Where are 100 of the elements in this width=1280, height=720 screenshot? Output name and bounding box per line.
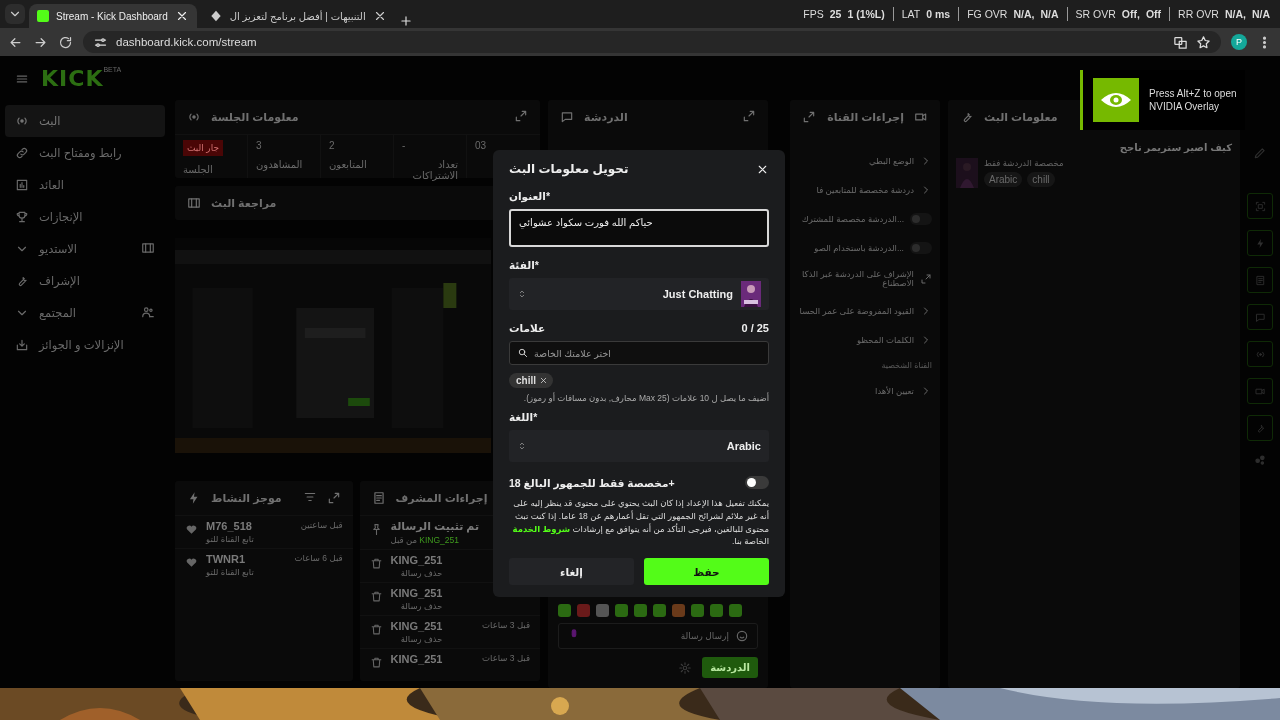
broadcast-button[interactable] <box>1247 341 1273 367</box>
toast-text: Press Alt+Z to open NVIDIA Overlay <box>1149 87 1238 113</box>
toggle-switch[interactable] <box>910 241 932 254</box>
chat-button[interactable] <box>1247 304 1273 330</box>
action-title: KING_251 <box>390 620 443 632</box>
sidebar-item[interactable]: الإنزالات و الجوائز <box>5 329 165 361</box>
external-link-icon[interactable] <box>920 273 932 285</box>
channel-action-label: الكلمات المحظو <box>856 334 914 345</box>
emote-icon[interactable] <box>691 604 704 617</box>
activity-event: تابع القناة للتو <box>206 567 254 577</box>
expand-icon[interactable] <box>326 491 341 505</box>
stat-value: 2 <box>329 140 335 151</box>
camera-button[interactable] <box>1247 378 1273 404</box>
perf-value: 25 <box>829 8 842 20</box>
adult-only-toggle[interactable] <box>745 476 769 489</box>
tab-search-button[interactable] <box>5 4 25 24</box>
perf-value: Off, <box>1121 8 1140 20</box>
action-time: قبل 3 ساعات <box>482 653 530 665</box>
link-icon <box>15 146 29 160</box>
browser-tab[interactable]: Stream - Kick Dashboard <box>29 4 197 28</box>
emote-icon[interactable] <box>577 604 590 617</box>
category-line: مخصصة الدردشة فقط <box>984 158 1064 168</box>
bolt-button[interactable] <box>1247 230 1273 256</box>
address-bar[interactable]: dashboard.kick.com/stream <box>83 31 1221 53</box>
logo[interactable]: KICK <box>41 66 104 91</box>
terms-link[interactable]: شروط الخدمة <box>512 523 571 534</box>
sidebar-item[interactable]: البث <box>5 105 165 137</box>
emote-icon[interactable] <box>615 604 628 617</box>
expand-icon[interactable] <box>514 109 528 123</box>
gift-icon <box>15 338 29 352</box>
emote-icon[interactable] <box>710 604 723 617</box>
people-icon <box>141 305 155 319</box>
toggle-switch[interactable] <box>910 212 932 225</box>
chat-icon <box>1254 311 1266 323</box>
film-icon <box>141 241 155 255</box>
activity-event: تابع القناة للتو <box>206 534 254 544</box>
stat-label: المتابعون <box>329 159 367 170</box>
sidebar-item[interactable]: الاستديو <box>5 233 165 265</box>
pencil-icon[interactable] <box>1253 146 1267 160</box>
sidebar-item[interactable]: العائد <box>5 169 165 201</box>
cancel-button[interactable]: إلغاء <box>509 558 634 585</box>
channel-action-label: ...الدردشة باستخدام الصو <box>814 242 904 253</box>
chat-input[interactable]: إرسال رسالة <box>558 623 758 649</box>
perf-value: Off <box>1145 8 1162 20</box>
wrench-button[interactable] <box>1247 415 1273 441</box>
expand-icon[interactable] <box>742 109 756 123</box>
sidebar-item[interactable]: الإشراف <box>5 265 165 297</box>
sidebar-item[interactable]: المجتمع <box>5 297 165 329</box>
new-tab-icon[interactable] <box>398 14 413 28</box>
star-icon[interactable] <box>1196 34 1211 50</box>
action-title: تم تثبيت الرسالة <box>390 520 480 533</box>
perf-value: N/A <box>1251 8 1270 20</box>
emote-icon[interactable] <box>558 604 571 617</box>
heart-icon <box>185 523 198 536</box>
reload-icon[interactable] <box>58 34 73 50</box>
more-icon[interactable] <box>1253 452 1267 466</box>
field-label: علامات <box>509 322 546 334</box>
capture-button[interactable] <box>1247 193 1273 219</box>
emoji-icon[interactable] <box>735 629 749 643</box>
updown-icon <box>517 441 527 451</box>
chat-send-button[interactable]: الدردشة <box>702 657 758 678</box>
sidebar-item[interactable]: الإنجازات <box>5 201 165 233</box>
tag-chip[interactable]: chill <box>509 373 553 388</box>
search-icon <box>517 347 528 358</box>
expand-icon[interactable] <box>802 110 816 124</box>
category-select[interactable]: Just Chatting <box>509 278 769 310</box>
stat-value: 03 <box>475 140 487 151</box>
notes-button[interactable] <box>1247 267 1273 293</box>
channel-action-label: ...الدردشة مخصصة للمشترك <box>801 213 904 224</box>
browser-tab[interactable]: التنبيهات | أفضل برنامج لتعزيز ال <box>200 4 395 28</box>
trash-icon <box>369 656 383 669</box>
follower-name: TWNR1 <box>206 553 247 565</box>
title-field[interactable]: حياكم الله فورت سكواد عشوائي <box>509 209 769 247</box>
emote-icon[interactable] <box>596 604 609 617</box>
emote-icon[interactable] <box>653 604 666 617</box>
sidebar-item[interactable]: رابط ومفتاح البث <box>5 137 165 169</box>
tag-counter: 0 / 25 <box>741 322 769 334</box>
section-label: القناة الشخصية <box>881 360 932 370</box>
activity-time: قبل ساعتين <box>300 520 343 532</box>
channel-action-label: دردشة مخصصة للمتابعين فا <box>816 184 914 195</box>
action-detail: حذف رسالة <box>399 601 443 611</box>
tag-search-field[interactable]: اختر علامتك الخاصة <box>509 341 769 365</box>
panel-title: معلومات الجلسة <box>211 110 299 124</box>
language-select[interactable]: Arabic <box>509 430 769 462</box>
translate-icon[interactable] <box>1173 34 1188 50</box>
notes-icon <box>371 491 386 505</box>
emote-icon[interactable] <box>729 604 742 617</box>
panel-title: إجراءات المشرف <box>395 491 488 505</box>
emote-icon[interactable] <box>672 604 685 617</box>
close-icon <box>539 376 548 385</box>
follower-name: M76_518 <box>206 520 253 532</box>
filter-icon[interactable] <box>302 490 317 504</box>
stat-label: المشاهدون <box>256 159 303 170</box>
settings-icon[interactable] <box>678 660 693 675</box>
activity-time: قبل 6 ساعات <box>294 553 343 565</box>
emote-icon[interactable] <box>634 604 647 617</box>
stat-label: تعداد الاشتراكات <box>411 159 458 181</box>
save-button[interactable]: حفظ <box>644 558 769 585</box>
dialog-title: تحويل معلومات البث <box>509 162 629 176</box>
action-title: KING_251 <box>390 554 443 566</box>
